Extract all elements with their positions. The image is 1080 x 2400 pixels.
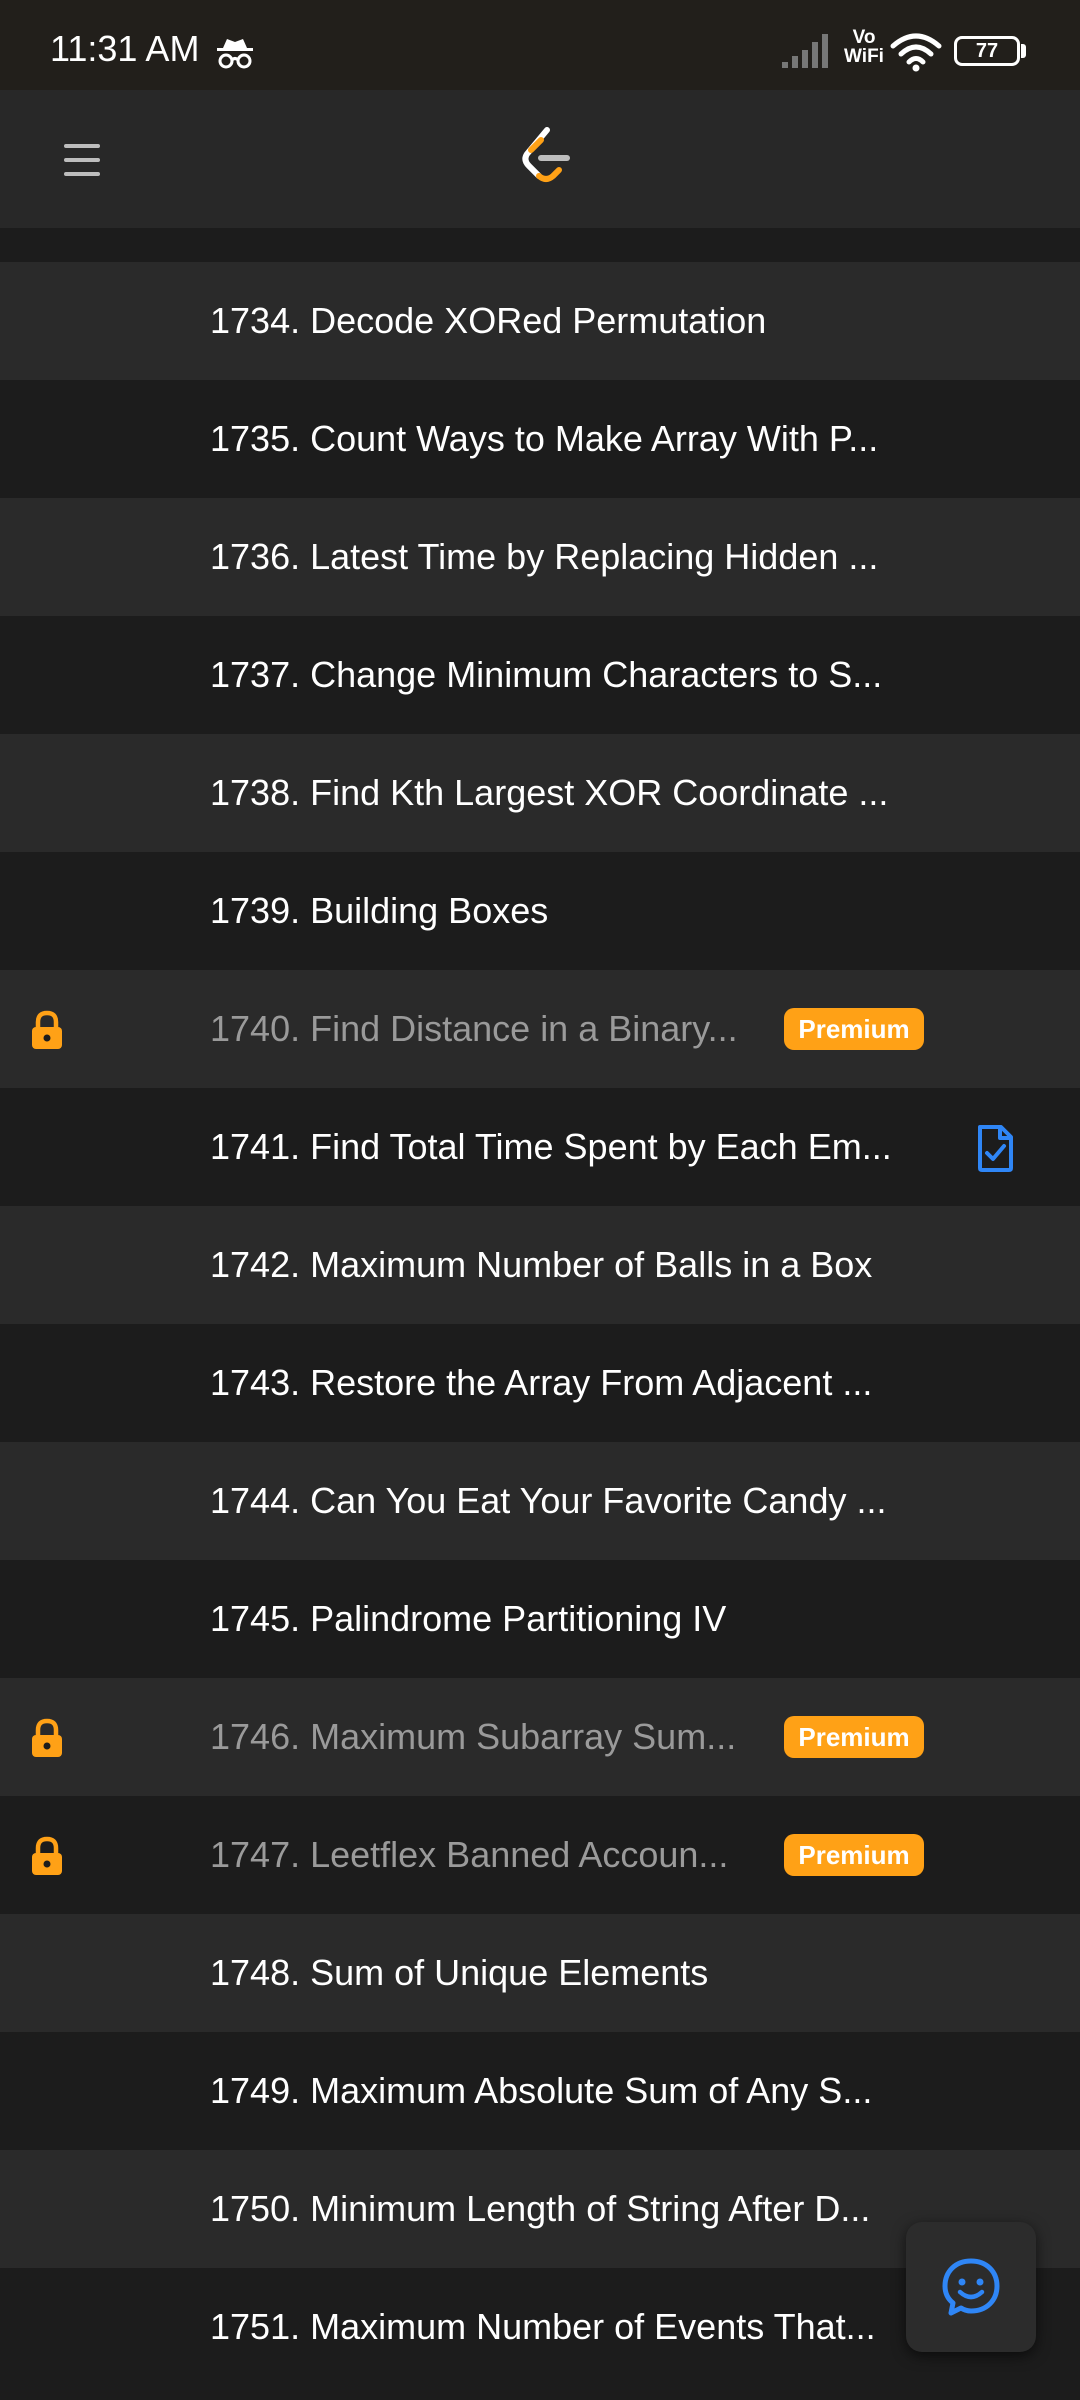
problem-title: 1749. Maximum Absolute Sum of Any S... xyxy=(210,2070,873,2111)
wifi-icon xyxy=(890,33,942,72)
problem-title: 1736. Latest Time by Replacing Hidden ..… xyxy=(210,536,879,577)
problem-row[interactable]: 1742. Maximum Number of Balls in a Box xyxy=(0,1206,1080,1324)
battery-icon: 77 xyxy=(954,36,1020,66)
problem-row[interactable]: 1736. Latest Time by Replacing Hidden ..… xyxy=(0,498,1080,616)
status-bar: 11:31 AM Vo WiFi 77 xyxy=(0,0,1080,90)
vowifi-indicator: Vo WiFi xyxy=(842,28,886,66)
problem-title: 1739. Building Boxes xyxy=(210,890,549,931)
problem-title: 1738. Find Kth Largest XOR Coordinate ..… xyxy=(210,772,889,813)
battery-percent: 77 xyxy=(975,39,999,62)
incognito-icon xyxy=(217,39,253,69)
problem-title: 1751. Maximum Number of Events That... xyxy=(210,2306,876,2347)
problem-row[interactable]: 1735. Count Ways to Make Array With P... xyxy=(0,380,1080,498)
lock-icon xyxy=(32,1718,62,1757)
chat-button[interactable] xyxy=(906,2222,1036,2352)
premium-badge: Premium xyxy=(784,1008,924,1050)
problem-row[interactable]: 1747. Leetflex Banned Accoun... Premium xyxy=(0,1796,1080,1914)
problem-title: 1746. Maximum Subarray Sum... xyxy=(210,1716,737,1757)
chat-smile-icon xyxy=(942,2258,1000,2316)
problem-title: 1747. Leetflex Banned Accoun... xyxy=(210,1834,729,1875)
problem-row[interactable]: 1740. Find Distance in a Binary... Premiu… xyxy=(0,970,1080,1088)
premium-badge: Premium xyxy=(784,1834,924,1876)
problem-title: 1740. Find Distance in a Binary... xyxy=(210,1008,738,1049)
leetcode-logo-icon[interactable] xyxy=(515,124,575,190)
problem-row[interactable]: 1745. Palindrome Partitioning IV xyxy=(0,1560,1080,1678)
problem-title: 1745. Palindrome Partitioning IV xyxy=(210,1598,727,1639)
problem-row[interactable]: 1734. Decode XORed Permutation xyxy=(0,262,1080,380)
problem-row[interactable]: 1748. Sum of Unique Elements xyxy=(0,1914,1080,2032)
problem-title: 1748. Sum of Unique Elements xyxy=(210,1952,709,1993)
status-time: 11:31 AM xyxy=(50,28,200,69)
problem-row[interactable]: 1744. Can You Eat Your Favorite Candy ..… xyxy=(0,1442,1080,1560)
problem-row[interactable]: 1743. Restore the Array From Adjacent ..… xyxy=(0,1324,1080,1442)
battery-tip xyxy=(1021,44,1026,58)
problem-title: 1743. Restore the Array From Adjacent ..… xyxy=(210,1362,873,1403)
problem-row[interactable]: 1738. Find Kth Largest XOR Coordinate ..… xyxy=(0,734,1080,852)
problem-title: 1737. Change Minimum Characters to S... xyxy=(210,654,883,695)
vowifi-line1: Vo xyxy=(852,27,876,48)
problem-row[interactable]: 1746. Maximum Subarray Sum... Premium xyxy=(0,1678,1080,1796)
lock-icon xyxy=(32,1836,62,1875)
lock-icon xyxy=(32,1010,62,1049)
problem-title: 1735. Count Ways to Make Array With P... xyxy=(210,418,879,459)
problem-row[interactable]: 1737. Change Minimum Characters to S... xyxy=(0,616,1080,734)
vowifi-line2: WiFi xyxy=(844,46,884,67)
problem-row[interactable]: 1741. Find Total Time Spent by Each Em..… xyxy=(0,1088,1080,1206)
problem-row[interactable]: 1749. Maximum Absolute Sum of Any S... xyxy=(0,2032,1080,2150)
problem-title: 1744. Can You Eat Your Favorite Candy ..… xyxy=(210,1480,887,1521)
problem-title: 1734. Decode XORed Permutation xyxy=(210,300,767,341)
solution-document-icon[interactable] xyxy=(974,1124,1016,1172)
problem-title: 1741. Find Total Time Spent by Each Em..… xyxy=(210,1126,892,1167)
problem-title: 1742. Maximum Number of Balls in a Box xyxy=(210,1244,873,1285)
signal-icon xyxy=(782,34,828,68)
problem-row[interactable]: 1739. Building Boxes xyxy=(0,852,1080,970)
premium-badge: Premium xyxy=(784,1716,924,1758)
problem-title: 1750. Minimum Length of String After D..… xyxy=(210,2188,871,2229)
menu-icon[interactable] xyxy=(62,140,108,180)
problem-list[interactable]: 1734. Decode XORed Permutation 1735. Coun… xyxy=(0,228,1080,2400)
